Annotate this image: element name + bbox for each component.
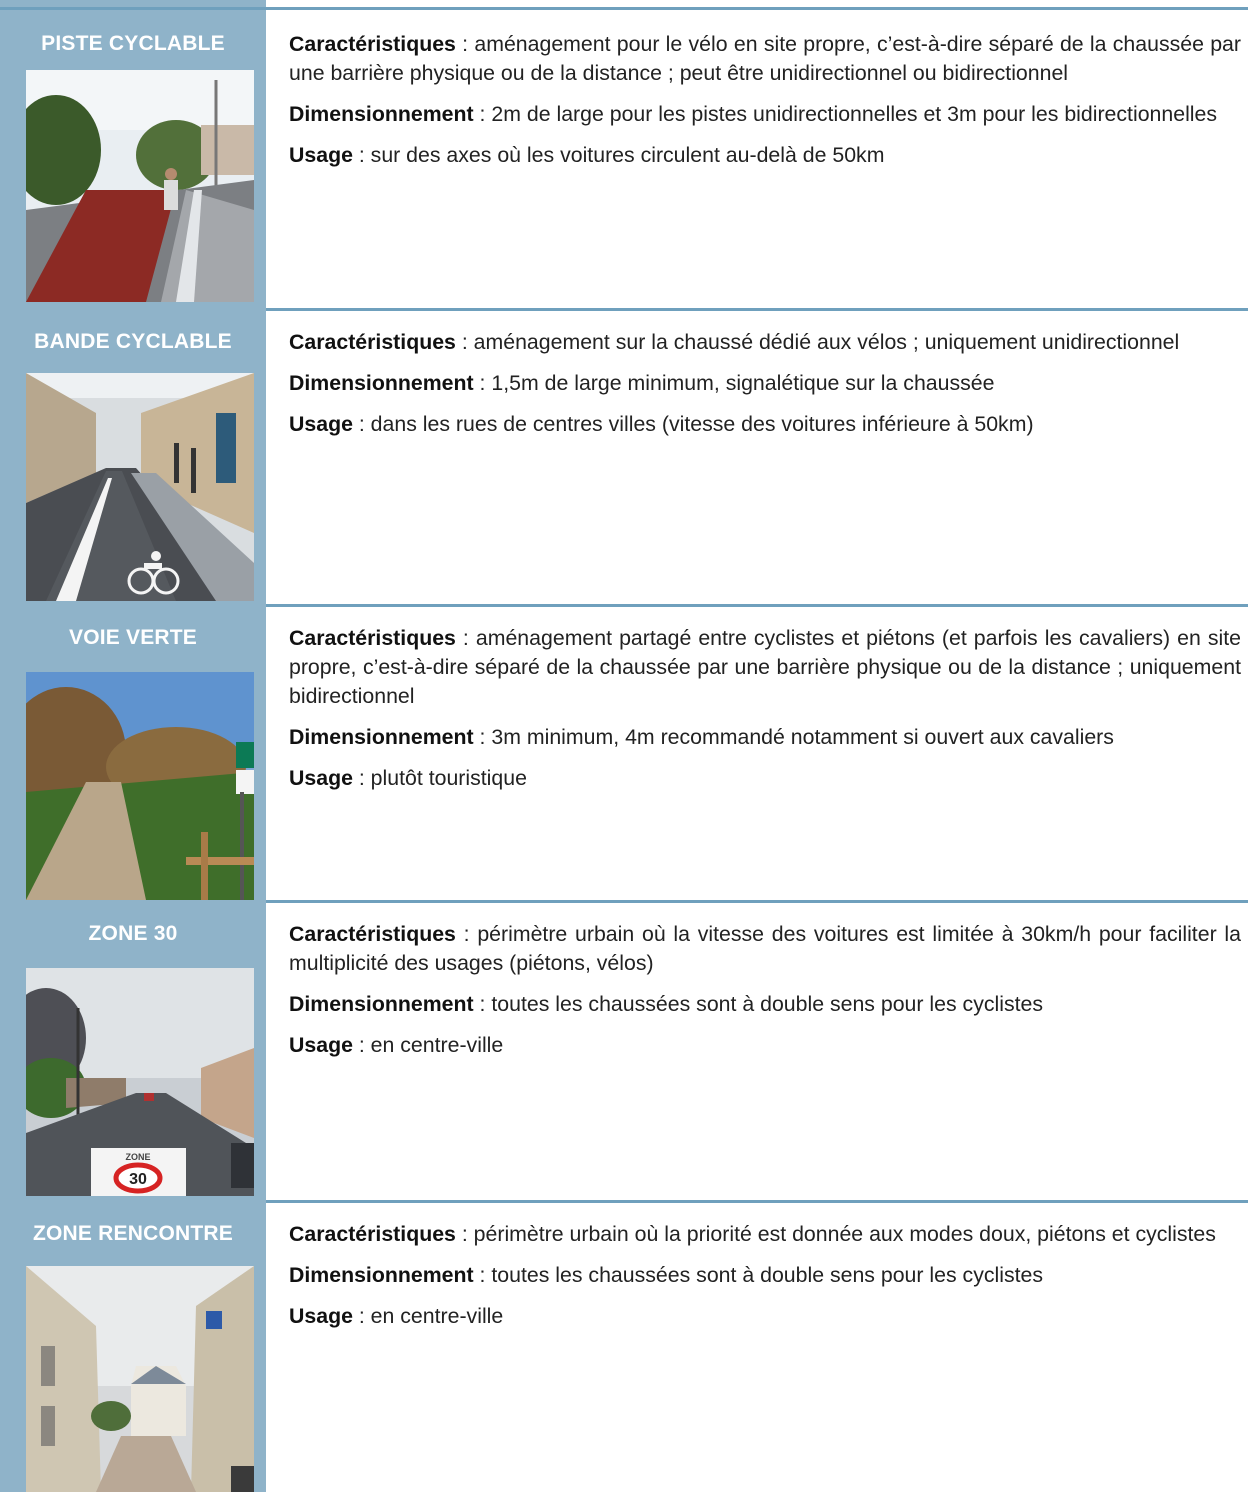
label-usage: Usage bbox=[289, 412, 353, 436]
row-zone-rencontre: ZONE RENCONTRE Caractéristiques : périmè… bbox=[0, 1200, 1248, 1492]
photo-bande-cyclable bbox=[26, 373, 254, 601]
text-usage: : plutôt touristique bbox=[352, 766, 527, 790]
row-title: ZONE 30 bbox=[88, 922, 178, 945]
label-caracteristiques: Caractéristiques bbox=[289, 1222, 456, 1246]
label-dimensionnement: Dimensionnement bbox=[289, 1263, 474, 1287]
label-dimensionnement: Dimensionnement bbox=[289, 371, 474, 395]
photo-voie-verte bbox=[26, 672, 254, 900]
label-caracteristiques: Caractéristiques bbox=[289, 626, 456, 650]
row-description: Caractéristiques : aménagement pour le v… bbox=[289, 30, 1241, 182]
text-dimensionnement: : toutes les chaussées sont à double sen… bbox=[473, 992, 1044, 1016]
label-caracteristiques: Caractéristiques bbox=[289, 32, 456, 56]
row-bande-cyclable: BANDE CYCLABLE Caractéristiques : aménag… bbox=[0, 308, 1248, 608]
label-usage: Usage bbox=[289, 1304, 353, 1328]
row-piste-cyclable: PISTE CYCLABLE Caractéristiques : aménag… bbox=[0, 0, 1248, 318]
row-rule bbox=[266, 604, 1248, 607]
label-usage: Usage bbox=[289, 143, 353, 167]
label-caracteristiques: Caractéristiques bbox=[289, 922, 456, 946]
text-caracteristiques: : périmètre urbain où la priorité est do… bbox=[455, 1222, 1216, 1246]
row-zone-30: ZONE 30 30 ZONE Caractéristiques : périm… bbox=[0, 900, 1248, 1204]
text-usage: : en centre-ville bbox=[352, 1304, 504, 1328]
label-usage: Usage bbox=[289, 1033, 353, 1057]
label-caracteristiques: Caractéristiques bbox=[289, 330, 456, 354]
row-title: VOIE VERTE bbox=[68, 626, 198, 649]
row-description: Caractéristiques : périmètre urbain où l… bbox=[289, 1220, 1241, 1343]
label-dimensionnement: Dimensionnement bbox=[289, 725, 474, 749]
text-dimensionnement: : 1,5m de large minimum, signalétique su… bbox=[473, 371, 995, 395]
row-voie-verte: VOIE VERTE Caractéristiques : aménagemen… bbox=[0, 604, 1248, 902]
row-rule bbox=[266, 900, 1248, 903]
text-dimensionnement: : 3m minimum, 4m recommandé notamment si… bbox=[473, 725, 1114, 749]
photo-zone-30: 30 ZONE bbox=[26, 968, 254, 1196]
row-title: BANDE CYCLABLE bbox=[34, 330, 232, 353]
zone30-marking-word: ZONE bbox=[125, 1152, 150, 1162]
text-usage: : en centre-ville bbox=[352, 1033, 504, 1057]
photo-zone-rencontre bbox=[26, 1266, 254, 1492]
row-rule bbox=[266, 308, 1248, 311]
row-title: PISTE CYCLABLE bbox=[41, 32, 225, 55]
text-caracteristiques: : aménagement sur la chaussé dédié aux v… bbox=[455, 330, 1180, 354]
row-title: ZONE RENCONTRE bbox=[33, 1222, 233, 1245]
row-rule bbox=[266, 1200, 1248, 1203]
label-usage: Usage bbox=[289, 766, 353, 790]
text-dimensionnement: : 2m de large pour les pistes unidirecti… bbox=[473, 102, 1218, 126]
text-usage: : dans les rues de centres villes (vites… bbox=[352, 412, 1034, 436]
text-usage: : sur des axes où les voitures circulent… bbox=[352, 143, 885, 167]
label-dimensionnement: Dimensionnement bbox=[289, 102, 474, 126]
text-dimensionnement: : toutes les chaussées sont à double sen… bbox=[473, 1263, 1044, 1287]
photo-piste-cyclable bbox=[26, 70, 254, 302]
row-description: Caractéristiques : aménagement sur la ch… bbox=[289, 328, 1241, 451]
zone30-marking-number: 30 bbox=[129, 1171, 147, 1188]
label-dimensionnement: Dimensionnement bbox=[289, 992, 474, 1016]
top-rule bbox=[0, 7, 1248, 10]
row-description: Caractéristiques : périmètre urbain où l… bbox=[289, 920, 1241, 1072]
row-description: Caractéristiques : aménagement partagé e… bbox=[289, 624, 1241, 805]
